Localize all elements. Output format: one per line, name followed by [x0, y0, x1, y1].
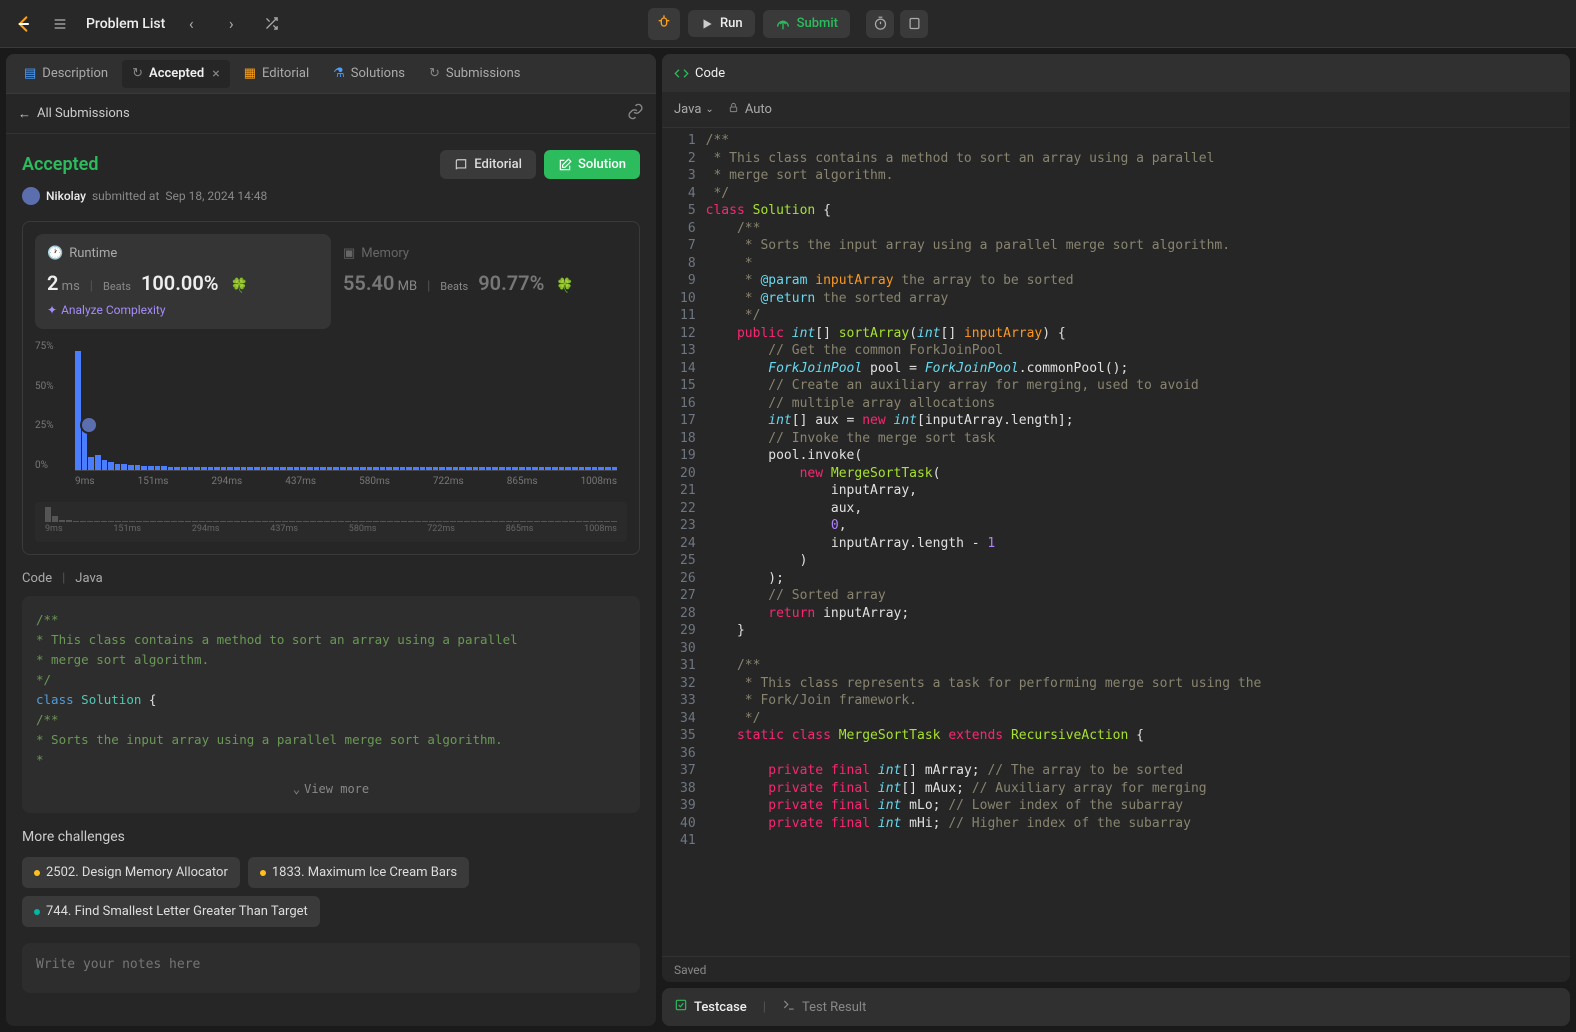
code-preview: /** * This class contains a method to so…: [22, 596, 640, 813]
avatar[interactable]: [22, 187, 40, 205]
sparkle-icon: ✦: [47, 303, 57, 317]
challenge-pill[interactable]: 1833. Maximum Ice Cream Bars: [248, 857, 469, 888]
language-selector[interactable]: Java ⌄: [674, 102, 714, 117]
code-panel: Code Java ⌄ Auto 12345678910111213141516…: [662, 54, 1570, 982]
runtime-distribution-chart[interactable]: 75%50%25%0% 9ms151ms294ms437ms580ms722ms…: [35, 341, 627, 496]
right-panel: Code Java ⌄ Auto 12345678910111213141516…: [662, 54, 1570, 1026]
debug-button[interactable]: [648, 8, 680, 40]
more-challenges-header: More challenges: [22, 829, 640, 845]
code-editor[interactable]: 1234567891011121314151617181920212223242…: [662, 128, 1570, 956]
run-label: Run: [720, 16, 743, 31]
leetcode-logo[interactable]: [12, 13, 34, 35]
user-marker: [80, 416, 98, 434]
submit-button[interactable]: Submit: [763, 10, 850, 38]
view-more-button[interactable]: ⌄ View more: [36, 770, 626, 799]
prev-problem-icon[interactable]: ‹: [177, 10, 205, 38]
editorial-button[interactable]: Editorial: [440, 150, 536, 179]
timer-icon[interactable]: [866, 10, 894, 38]
run-button[interactable]: Run: [688, 10, 755, 37]
tab-description[interactable]: ▤ Description: [14, 60, 118, 87]
tab-submissions[interactable]: ↻ Submissions: [419, 60, 531, 87]
code-tab[interactable]: Code: [674, 66, 725, 81]
link-icon[interactable]: [627, 103, 644, 124]
next-problem-icon[interactable]: ›: [217, 10, 245, 38]
bottom-tabs: Testcase | Test Result: [662, 988, 1570, 1026]
shuffle-icon[interactable]: [257, 10, 285, 38]
chip-icon: ▣: [343, 246, 355, 261]
tab-solutions[interactable]: ⚗ Solutions: [323, 60, 415, 87]
challenge-pill[interactable]: 744. Find Smallest Letter Greater Than T…: [22, 896, 320, 927]
tab-accepted[interactable]: ↻ Accepted ×: [122, 60, 230, 88]
close-icon[interactable]: ×: [212, 66, 219, 82]
status-title: Accepted: [22, 154, 98, 175]
testcase-tab[interactable]: Testcase: [674, 998, 747, 1016]
tab-editorial[interactable]: ▦ Editorial: [234, 60, 319, 87]
lock-icon: [728, 102, 739, 117]
left-panel: ▤ Description ↻ Accepted × ▦ Editorial ⚗…: [6, 54, 656, 1026]
problem-list-button[interactable]: Problem List: [86, 16, 165, 32]
saved-status: Saved: [674, 963, 706, 977]
user-link[interactable]: Nikolay: [46, 189, 86, 203]
submitted-info: Nikolay submitted at Sep 18, 2024 14:48: [22, 187, 640, 205]
chart-minimap[interactable]: 9ms151ms294ms437ms580ms722ms865ms1008ms: [35, 502, 627, 542]
chevron-down-icon: ⌄: [293, 780, 300, 799]
notes-icon[interactable]: [900, 10, 928, 38]
trophy-icon: 🍀: [231, 278, 248, 294]
difficulty-dot: [34, 909, 40, 915]
trophy-icon: 🍀: [556, 278, 573, 294]
challenge-pill[interactable]: 2502. Design Memory Allocator: [22, 857, 240, 888]
autocomplete-toggle[interactable]: Auto: [728, 102, 772, 117]
arrow-left-icon: ←: [18, 106, 31, 122]
submit-label: Submit: [797, 16, 838, 31]
difficulty-dot: [260, 870, 266, 876]
code-label: Code: [22, 571, 52, 586]
notes-input[interactable]: [22, 943, 640, 993]
lang-label: Java: [75, 571, 102, 586]
terminal-icon: [782, 998, 796, 1016]
topbar: Problem List ‹ › Run Submit: [0, 0, 1576, 48]
difficulty-dot: [34, 870, 40, 876]
clock-icon: 🕐: [47, 246, 63, 261]
chevron-down-icon: ⌄: [705, 104, 713, 115]
runtime-stat[interactable]: 🕐Runtime 2 ms | Beats 100.00% 🍀 ✦ Analyz…: [35, 234, 331, 329]
memory-stat[interactable]: ▣Memory 55.40 MB | Beats 90.77% 🍀: [331, 234, 627, 329]
left-tabs: ▤ Description ↻ Accepted × ▦ Editorial ⚗…: [6, 54, 656, 94]
check-icon: [674, 998, 688, 1016]
analyze-complexity-link[interactable]: ✦ Analyze Complexity: [47, 303, 319, 317]
back-all-submissions[interactable]: ← All Submissions: [18, 106, 130, 122]
stats-card: 🕐Runtime 2 ms | Beats 100.00% 🍀 ✦ Analyz…: [22, 221, 640, 555]
list-icon[interactable]: [46, 10, 74, 38]
test-result-tab[interactable]: Test Result: [782, 998, 866, 1016]
solution-button[interactable]: Solution: [544, 150, 640, 179]
